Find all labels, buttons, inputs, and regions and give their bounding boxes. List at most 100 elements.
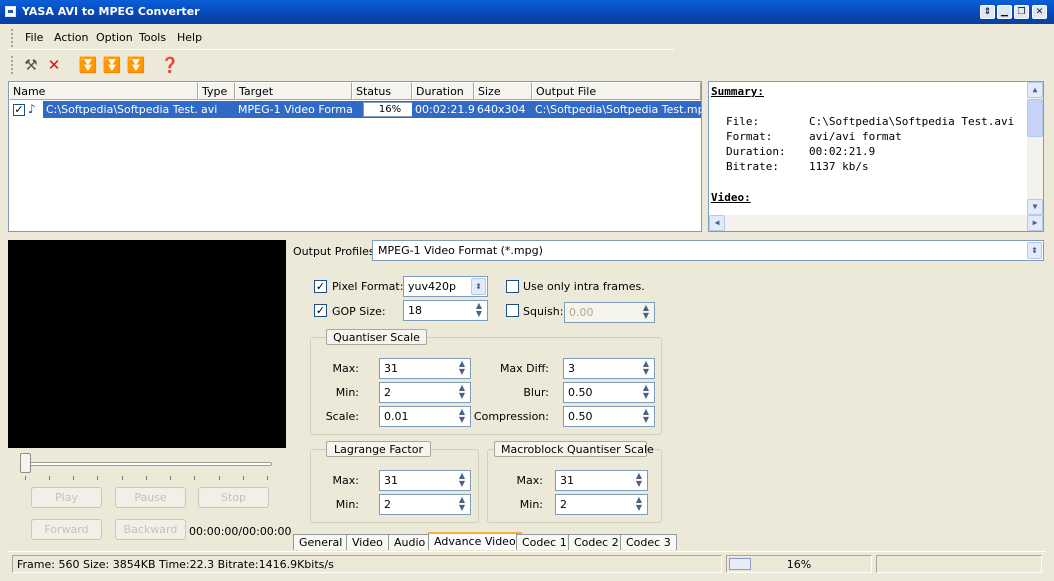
spinner-arrows-icon[interactable]: ▲ ▼ [639,360,653,377]
cell-output-file: C:\Softpedia\Softpedia Test.mpg [532,101,701,118]
spinner-arrows-icon[interactable]: ▲ ▼ [639,304,653,321]
macroblock-max-spinner[interactable]: 31 ▲ ▼ [555,470,648,491]
quantiser-max-spinner[interactable]: 31 ▲ ▼ [379,358,471,379]
roll-up-icon[interactable]: ⇕ [980,5,995,19]
scroll-down-icon[interactable]: ▼ [1027,199,1043,215]
squish-spinner[interactable]: 0.00 ▲ ▼ [564,302,655,323]
summary-horizontal-scrollbar[interactable]: ◀ ▶ [709,215,1043,231]
intra-frames-checkbox[interactable] [506,280,519,293]
tab-codec-3[interactable]: Codec 3 [620,534,677,550]
summary-panel[interactable]: Summary: File: C:\Softpedia\Softpedia Te… [708,81,1044,232]
status-bar: Frame: 560 Size: 3854KB Time:22.3 Bitrat… [8,551,1046,575]
forward-button[interactable]: Forward [31,519,102,540]
slider-tick [267,476,268,480]
quantiser-min-spinner[interactable]: 2 ▲ ▼ [379,382,471,403]
file-list[interactable]: Name Type Target Status Duration Size Ou… [8,81,702,232]
spinner-arrows-icon[interactable]: ▲ ▼ [455,496,469,513]
slider-tick [97,476,98,480]
slider-tick [25,476,26,480]
menu-help[interactable]: Help [177,31,202,44]
lagrange-max-spinner[interactable]: 31 ▲ ▼ [379,470,471,491]
quantiser-scale-spinner[interactable]: 0.01 ▲ ▼ [379,406,471,427]
column-duration[interactable]: Duration [412,82,474,100]
max-diff-spinner[interactable]: 3 ▲ ▼ [563,358,655,379]
convert-icon[interactable]: ⏬ [78,55,98,75]
macroblock-min-spinner[interactable]: 2 ▲ ▼ [555,494,648,515]
pixel-format-select[interactable]: yuv420p ⬍ [403,276,488,297]
summary-vertical-scrollbar[interactable]: ▲ ▼ [1027,82,1043,215]
column-size[interactable]: Size [474,82,532,100]
row-checkbox[interactable] [13,104,25,116]
spinner-arrows-icon[interactable]: ▲ ▼ [455,360,469,377]
squish-label: Squish: [523,305,564,318]
macroblock-min-label: Min: [519,498,543,511]
help-icon[interactable]: ❓ [160,55,180,75]
spinner-arrows-icon[interactable]: ▲ ▼ [639,384,653,401]
spinner-arrows-icon[interactable]: ▲ ▼ [472,302,486,319]
progress-label: 16% [786,558,812,571]
stop-button[interactable]: Stop [198,487,269,508]
spinner-arrows-icon[interactable]: ▲ ▼ [632,496,646,513]
play-button[interactable]: Play [31,487,102,508]
tab-audio[interactable]: Audio [388,534,432,550]
column-type[interactable]: Type [198,82,235,100]
convert-selected-icon[interactable]: ⏬ [102,55,122,75]
menu-bar: File Action Option Tools Help [8,26,674,50]
spinner-arrows-icon[interactable]: ▲ ▼ [639,408,653,425]
cell-duration: 00:02:21.9 [412,101,474,118]
menubar-grip[interactable] [11,29,14,47]
video-preview [8,240,286,448]
progress-bar: 16% [726,555,872,573]
compression-spinner[interactable]: 0.50 ▲ ▼ [563,406,655,427]
output-profiles-select[interactable]: MPEG-1 Video Format (*.mpg) ⬍ [372,240,1044,261]
quantiser-min-label: Min: [335,386,359,399]
toolbar-grip[interactable] [11,56,14,74]
time-display: 00:00:00/00:00:00 [189,525,292,538]
spinner-arrows-icon[interactable]: ▲ ▼ [632,472,646,489]
chevron-down-icon[interactable]: ⬍ [471,278,486,295]
seek-slider-thumb[interactable] [20,453,31,473]
summary-heading: Summary: [711,85,764,98]
seek-slider-track[interactable] [20,462,272,466]
menu-option[interactable]: Option [96,31,133,44]
backward-button[interactable]: Backward [115,519,186,540]
close-icon[interactable]: ✕ [1032,5,1047,19]
table-row[interactable]: ♪ C:\Softpedia\Softpedia Test.avi avi MP… [9,101,701,119]
pixel-format-checkbox[interactable] [314,280,327,293]
menu-action[interactable]: Action [54,31,88,44]
blur-spinner[interactable]: 0.50 ▲ ▼ [563,382,655,403]
gop-size-spinner[interactable]: 18 ▲ ▼ [403,300,488,321]
restore-icon[interactable]: ❐ [1014,5,1029,19]
scroll-left-icon[interactable]: ◀ [709,215,725,231]
remove-icon[interactable]: ✕ [44,55,64,75]
add-file-icon[interactable]: ⚒ [21,55,41,75]
scroll-up-icon[interactable]: ▲ [1027,82,1043,98]
pause-button[interactable]: Pause [115,487,186,508]
quantiser-min-value: 2 [384,386,391,399]
tab-codec-1[interactable]: Codec 1 [516,534,573,550]
spinner-arrows-icon[interactable]: ▲ ▼ [455,472,469,489]
menu-file[interactable]: File [25,31,43,44]
scroll-right-icon[interactable]: ▶ [1027,215,1043,231]
tab-codec-2[interactable]: Codec 2 [568,534,625,550]
menu-tools[interactable]: Tools [139,31,166,44]
column-status[interactable]: Status [352,82,412,100]
column-name[interactable]: Name [9,82,198,100]
tab-video[interactable]: Video [346,534,389,550]
settings-panel: Output Profiles: MPEG-1 Video Format (*.… [290,240,1046,534]
column-target[interactable]: Target [235,82,352,100]
minimize-icon[interactable]: ▁ [997,5,1012,19]
chevron-down-icon[interactable]: ⬍ [1027,242,1042,259]
spinner-arrows-icon[interactable]: ▲ ▼ [455,384,469,401]
scroll-thumb[interactable] [1027,99,1043,137]
tab-general[interactable]: General [293,534,349,550]
slider-tick [122,476,123,480]
squish-checkbox[interactable] [506,304,519,317]
column-output-file[interactable]: Output File [532,82,701,100]
gop-size-checkbox[interactable] [314,304,327,317]
stop-convert-icon[interactable]: ⏬ [126,55,146,75]
lagrange-min-spinner[interactable]: 2 ▲ ▼ [379,494,471,515]
tab-advance-video[interactable]: Advance Video [428,532,522,550]
cell-name: C:\Softpedia\Softpedia Test.avi [43,101,198,118]
spinner-arrows-icon[interactable]: ▲ ▼ [455,408,469,425]
